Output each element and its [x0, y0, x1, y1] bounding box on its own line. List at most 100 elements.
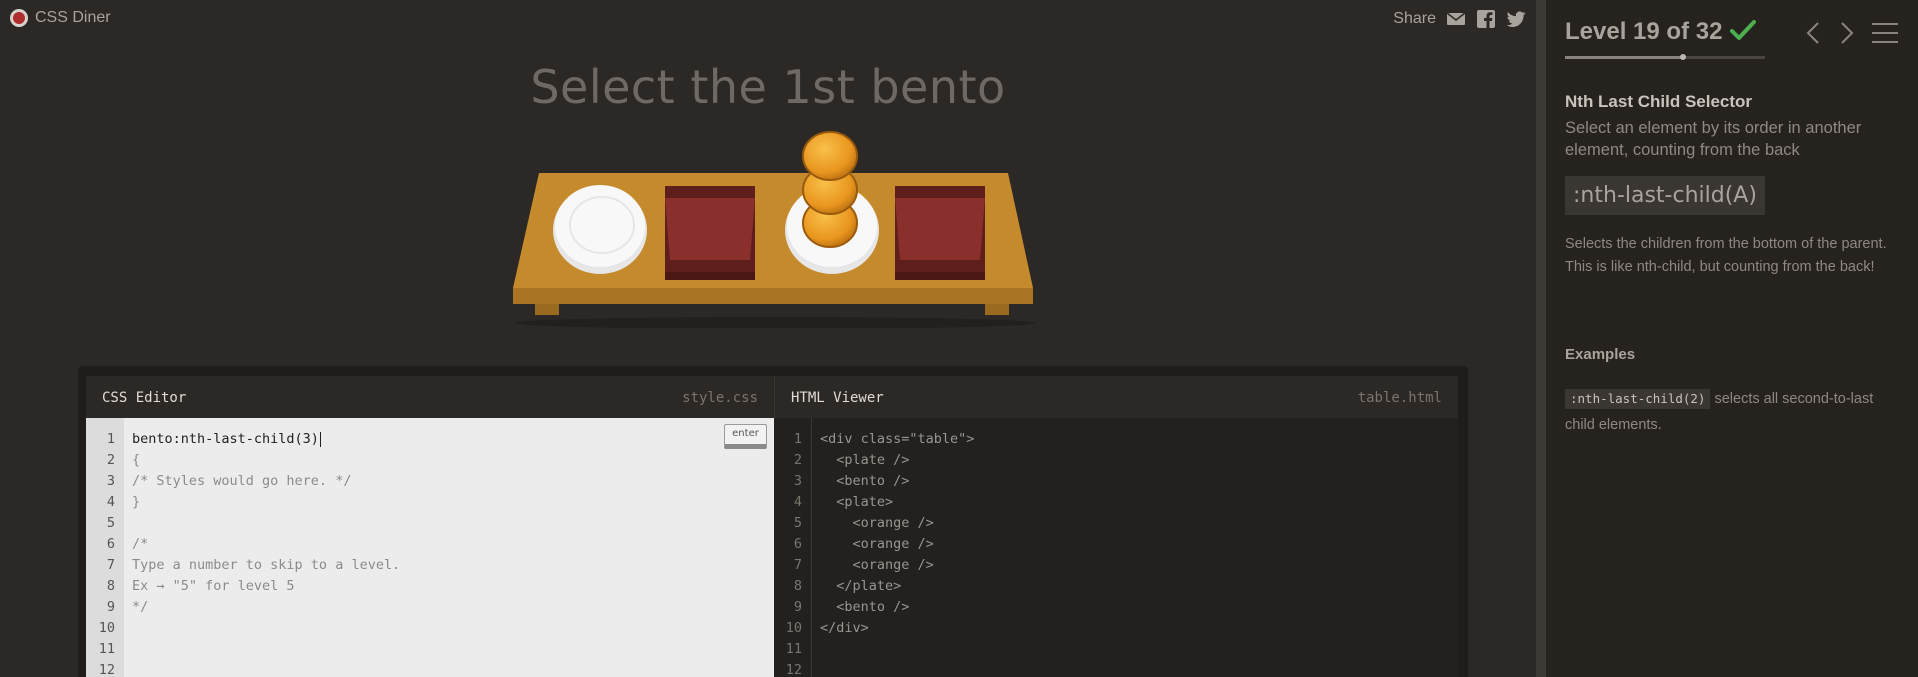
css-editor-filename: style.css: [682, 390, 758, 406]
css-code-line: Type a number to skip to a level.: [132, 557, 401, 573]
plate-1[interactable]: [553, 185, 647, 274]
order-heading: Select the 1st bento: [530, 60, 1006, 114]
html-code-line[interactable]: <div class="table">: [820, 429, 1458, 450]
line-number: 5: [793, 515, 802, 531]
css-code-line: [132, 513, 774, 534]
level-indicator[interactable]: Level 19 of 32: [1565, 18, 1757, 46]
html-viewer-filename: table.html: [1357, 390, 1442, 406]
html-viewer-header: HTML Viewer table.html: [774, 376, 1458, 420]
css-code-line: [132, 639, 774, 660]
line-number: 8: [793, 578, 802, 594]
css-code-line: /* Styles would go here. */: [132, 473, 352, 489]
css-code-line: /*: [132, 536, 149, 552]
mail-icon[interactable]: [1446, 9, 1466, 29]
css-code-line: {: [132, 452, 141, 468]
html-code-line[interactable]: </plate>: [820, 576, 1458, 597]
css-editor-title: CSS Editor: [102, 390, 187, 406]
line-number: 8: [106, 578, 115, 594]
examples-title: Examples: [1565, 346, 1636, 363]
line-number: 4: [106, 494, 115, 510]
html-code-line[interactable]: </div>: [820, 618, 1458, 639]
css-code-area[interactable]: bento:nth-last-child(3) enter { /* Styles…: [124, 418, 774, 677]
game-area: CSS Diner Share Select the 1st bento CSS…: [0, 0, 1536, 677]
html-code-line[interactable]: <bento />: [820, 471, 1458, 492]
html-code-line[interactable]: <plate>: [820, 492, 1458, 513]
logo[interactable]: CSS Diner: [10, 9, 111, 27]
html-code-line[interactable]: <orange />: [820, 513, 1458, 534]
html-code-line[interactable]: [820, 660, 1458, 677]
line-number: 5: [106, 515, 115, 531]
line-number: 3: [793, 473, 802, 489]
line-number: 6: [106, 536, 115, 552]
html-code-line[interactable]: [820, 639, 1458, 660]
share-bar: Share: [1393, 9, 1526, 29]
chevron-right-icon: [1841, 22, 1854, 44]
dining-table: [505, 128, 1045, 329]
line-number: 10: [785, 620, 802, 636]
menu-button[interactable]: [1870, 18, 1900, 48]
level-progress-fill: [1565, 56, 1683, 59]
example-code: :nth-last-child(2): [1565, 389, 1711, 409]
sidebar: Level 19 of 32 Nth Last Child Selector S…: [1546, 0, 1918, 677]
line-number: 6: [793, 536, 802, 552]
twitter-icon[interactable]: [1506, 9, 1526, 29]
line-number: 12: [98, 662, 115, 677]
hamburger-icon: [1872, 23, 1898, 43]
html-code-area: <div class="table"> <plate /> <bento /> …: [812, 418, 1458, 677]
next-level-button[interactable]: [1834, 18, 1860, 48]
orange-1[interactable]: [802, 131, 858, 181]
css-input-value: bento:nth-last-child(3): [132, 431, 319, 447]
css-code-line: [132, 660, 774, 677]
css-diner-app: CSS Diner Share Select the 1st bento CSS…: [0, 0, 1918, 677]
line-number: 7: [793, 557, 802, 573]
selector-name: Nth Last Child Selector: [1565, 92, 1753, 111]
css-code-line: */: [132, 599, 149, 615]
level-title: Level 19 of 32: [1565, 18, 1723, 45]
selector-hint: Selects the children from the bottom of …: [1565, 236, 1887, 275]
line-number: 3: [106, 473, 115, 489]
previous-level-button[interactable]: [1800, 18, 1826, 48]
line-number: 7: [106, 557, 115, 573]
css-code-line: Ex → "5" for level 5: [132, 578, 295, 594]
line-number: 9: [106, 599, 115, 615]
bento-2[interactable]: [895, 186, 985, 280]
bento-1[interactable]: [665, 186, 755, 280]
css-input[interactable]: bento:nth-last-child(3): [132, 429, 774, 450]
html-code-line[interactable]: <orange />: [820, 534, 1458, 555]
html-viewer-title: HTML Viewer: [791, 390, 884, 406]
html-code-line[interactable]: <plate />: [820, 450, 1458, 471]
logo-icon: [10, 9, 28, 27]
css-code-line: }: [132, 494, 141, 510]
line-number: 1: [106, 431, 115, 447]
panel-divider[interactable]: [1536, 0, 1546, 677]
line-number: 10: [98, 620, 115, 636]
logo-text: CSS Diner: [35, 9, 111, 26]
html-line-numbers: 1 2 3 4 5 6 7 8 9 10 11 12: [774, 418, 812, 677]
facebook-icon[interactable]: [1476, 9, 1496, 29]
share-label: Share: [1393, 10, 1436, 27]
line-number: 2: [793, 452, 802, 468]
line-number: 1: [793, 431, 802, 447]
selector-description: Select an element by its order in anothe…: [1565, 119, 1862, 159]
line-number: 9: [793, 599, 802, 615]
line-number: 11: [785, 641, 802, 657]
level-progress-marker: [1679, 54, 1686, 60]
line-number: 11: [98, 641, 115, 657]
line-number: 2: [106, 452, 115, 468]
css-editor-header: CSS Editor style.css: [86, 376, 774, 420]
html-code-line[interactable]: <bento />: [820, 597, 1458, 618]
css-line-numbers: 1 2 3 4 5 6 7 8 9 10 11 12: [86, 418, 124, 677]
html-viewer: HTML Viewer table.html 1 2 3 4 5 6 7 8 9 10 11 12 <…: [774, 376, 1458, 677]
checkmark-icon: [1730, 19, 1757, 46]
html-code-line[interactable]: <orange />: [820, 555, 1458, 576]
level-progress-bar: [1565, 54, 1765, 60]
chevron-left-icon: [1806, 22, 1819, 44]
line-number: 4: [793, 494, 802, 510]
selector-syntax: :nth-last-child(A): [1565, 176, 1765, 215]
example-item: :nth-last-child(2) selects all second-to-…: [1565, 386, 1905, 438]
css-code-line: [132, 618, 774, 639]
text-caret: [319, 431, 321, 447]
enter-button[interactable]: enter: [724, 424, 767, 449]
line-number: 12: [785, 662, 802, 677]
css-editor: CSS Editor style.css 1 2 3 4 5 6 7 8 9 10 11 12 ben…: [86, 376, 774, 677]
